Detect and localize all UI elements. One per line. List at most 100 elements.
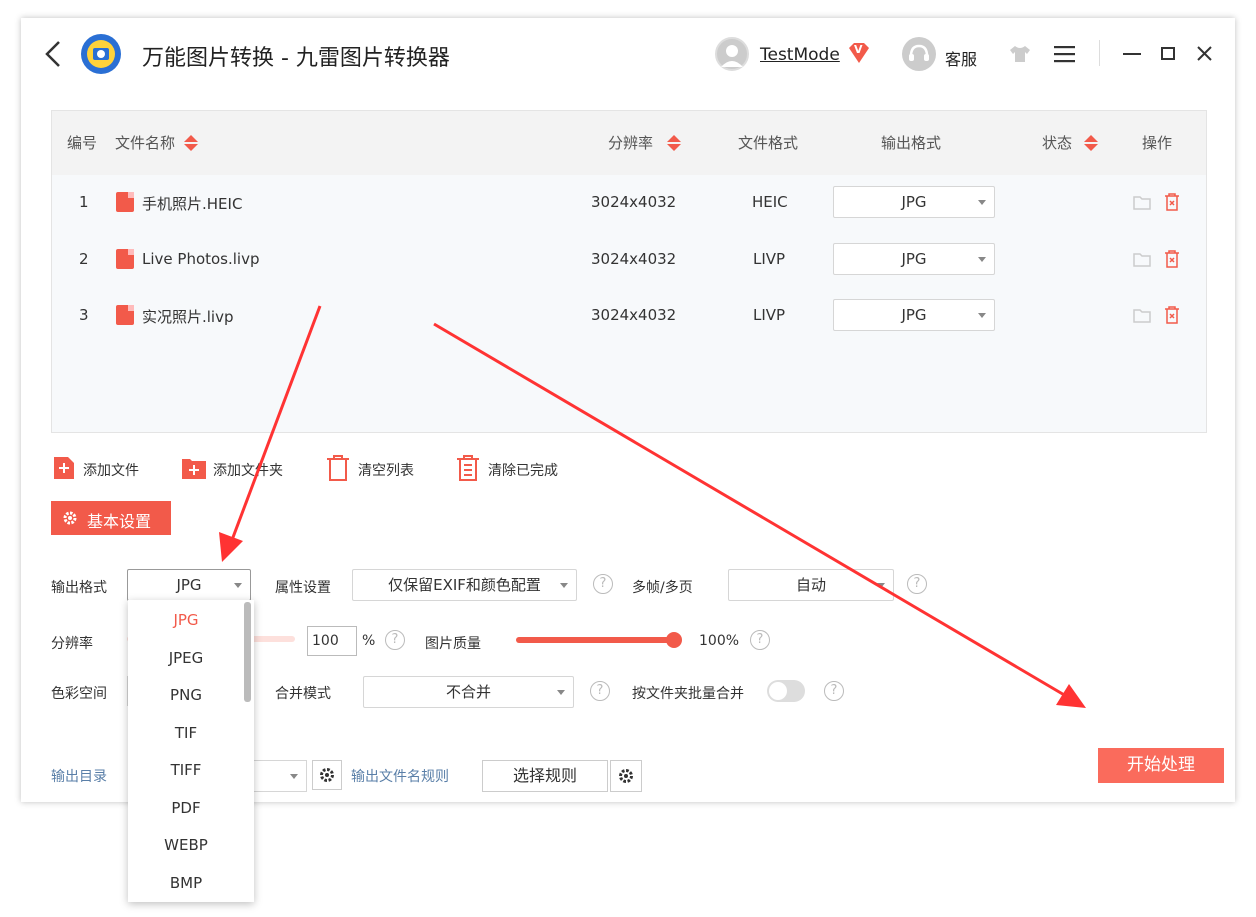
output-dir-select[interactable] — [253, 760, 307, 792]
quality-slider[interactable] — [516, 632, 682, 648]
delete-icon[interactable] — [1164, 250, 1180, 272]
file-icon — [116, 192, 134, 212]
row-resolution: 3024x4032 — [591, 193, 677, 211]
dropdown-option-tiff[interactable]: TIFF — [128, 761, 244, 779]
output-dir-label[interactable]: 输出目录 — [51, 766, 107, 786]
row-resolution: 3024x4032 — [591, 250, 677, 268]
delete-icon[interactable] — [1164, 306, 1180, 328]
clear-list-label: 清空列表 — [358, 463, 414, 479]
row-format: HEIC — [752, 193, 788, 211]
chevron-down-icon — [978, 313, 986, 318]
gear-icon — [63, 511, 77, 525]
chevron-down-icon — [877, 583, 885, 588]
vip-badge-icon: V — [847, 42, 871, 64]
row-filename: 实况照片.livp — [142, 308, 234, 326]
header-actions: 操作 — [1142, 134, 1173, 152]
row-output-value: JPG — [901, 306, 927, 324]
row-output-value: JPG — [901, 250, 927, 268]
attr-label: 属性设置 — [275, 580, 331, 596]
file-icon — [116, 305, 134, 325]
dropdown-option-pdf[interactable]: PDF — [128, 799, 244, 817]
toggle-knob — [769, 682, 787, 700]
add-file-icon — [54, 457, 74, 479]
filename-rule-label[interactable]: 输出文件名规则 — [351, 766, 449, 786]
header-status[interactable]: 状态 — [1042, 111, 1072, 175]
user-avatar[interactable] — [715, 37, 749, 71]
row-format: LIVP — [753, 306, 786, 324]
dropdown-option-jpg[interactable]: JPG — [128, 611, 244, 629]
resolution-help-icon[interactable]: ? — [385, 630, 405, 650]
folder-icon[interactable] — [1133, 308, 1151, 327]
row-output-select[interactable]: JPG — [833, 299, 995, 331]
select-rule-button[interactable]: 选择规则 — [482, 760, 608, 792]
quality-label: 图片质量 — [425, 636, 481, 652]
output-format-select[interactable]: JPG — [127, 569, 251, 601]
quality-slider-knob[interactable] — [666, 632, 682, 648]
chevron-down-icon — [234, 583, 242, 588]
output-format-label: 输出格式 — [51, 580, 107, 596]
user-name[interactable]: TestMode — [760, 45, 840, 65]
delete-icon[interactable] — [1164, 193, 1180, 215]
row-output-select[interactable]: JPG — [833, 186, 995, 218]
sort-filename-icon[interactable] — [183, 134, 199, 156]
back-icon[interactable] — [41, 38, 65, 70]
output-dir-settings-button[interactable] — [312, 760, 342, 790]
header-resolution[interactable]: 分辨率 — [608, 111, 653, 175]
dropdown-option-webp[interactable]: WEBP — [128, 836, 244, 854]
row-filename: 手机照片.HEIC — [142, 195, 243, 213]
table-row[interactable]: 2 Live Photos.livp 3024x4032 LIVP JPG — [52, 232, 1206, 288]
header-output-format: 输出格式 — [881, 134, 942, 152]
support-icon[interactable] — [902, 37, 936, 71]
multiframe-help-icon[interactable]: ? — [907, 574, 927, 594]
chevron-down-icon — [978, 257, 986, 262]
minimize-icon[interactable] — [1123, 53, 1141, 55]
row-number: 3 — [79, 306, 89, 324]
attr-select[interactable]: 仅保留EXIF和颜色配置 — [352, 569, 577, 601]
trash-list-icon — [457, 455, 479, 481]
header-file-format: 文件格式 — [738, 134, 799, 152]
start-button-label: 开始处理 — [1127, 755, 1195, 775]
select-rule-label: 选择规则 — [512, 766, 577, 785]
gear-icon — [320, 768, 334, 782]
folder-icon[interactable] — [1133, 252, 1151, 271]
batch-merge-label: 按文件夹批量合并 — [632, 686, 744, 702]
rule-settings-button[interactable] — [610, 760, 642, 792]
folder-icon[interactable] — [1133, 195, 1151, 214]
close-icon[interactable] — [1197, 46, 1212, 61]
merge-select[interactable]: 不合并 — [363, 676, 574, 708]
app-logo — [79, 32, 123, 76]
titlebar-divider — [1099, 40, 1100, 66]
dropdown-option-jpeg[interactable]: JPEG — [128, 649, 244, 667]
merge-help-icon[interactable]: ? — [590, 681, 610, 701]
maximize-icon[interactable] — [1161, 47, 1175, 60]
quality-help-icon[interactable]: ? — [750, 630, 770, 650]
row-output-select[interactable]: JPG — [833, 243, 995, 275]
format-dropdown-list: JPG JPEG PNG TIF TIFF PDF WEBP BMP — [128, 600, 254, 902]
skin-icon[interactable] — [1009, 44, 1031, 64]
chevron-down-icon — [978, 200, 986, 205]
sort-resolution-icon[interactable] — [666, 134, 682, 156]
batch-merge-toggle[interactable] — [767, 680, 805, 702]
sort-status-icon[interactable] — [1083, 134, 1099, 156]
table-row[interactable]: 1 手机照片.HEIC 3024x4032 HEIC JPG — [52, 175, 1206, 231]
support-label[interactable]: 客服 — [945, 46, 977, 70]
table-row[interactable]: 3 实况照片.livp 3024x4032 LIVP JPG — [52, 288, 1206, 344]
resolution-unit: % — [362, 633, 376, 649]
dropdown-option-bmp[interactable]: BMP — [128, 874, 244, 892]
batch-merge-help-icon[interactable]: ? — [824, 681, 844, 701]
attr-value: 仅保留EXIF和颜色配置 — [388, 576, 541, 594]
dropdown-option-png[interactable]: PNG — [128, 686, 244, 704]
menu-icon[interactable] — [1054, 45, 1075, 63]
header-filename[interactable]: 文件名称 — [115, 111, 175, 175]
multiframe-select[interactable]: 自动 — [728, 569, 894, 601]
attr-help-icon[interactable]: ? — [593, 574, 613, 594]
dropdown-option-tif[interactable]: TIF — [128, 724, 244, 742]
file-table: 编号 文件名称 分辨率 文件格式 输出格式 状态 操作 1 手机照片.HEIC … — [51, 110, 1207, 433]
basic-settings-tab[interactable]: 基本设置 — [51, 501, 171, 535]
resolution-input[interactable]: 100 — [307, 626, 357, 656]
gear-icon — [619, 769, 633, 783]
multiframe-label: 多帧/多页 — [632, 580, 693, 596]
table-header: 编号 文件名称 分辨率 文件格式 输出格式 状态 操作 — [52, 111, 1206, 175]
dropdown-scrollbar[interactable] — [244, 602, 251, 702]
start-button[interactable]: 开始处理 — [1098, 748, 1224, 783]
